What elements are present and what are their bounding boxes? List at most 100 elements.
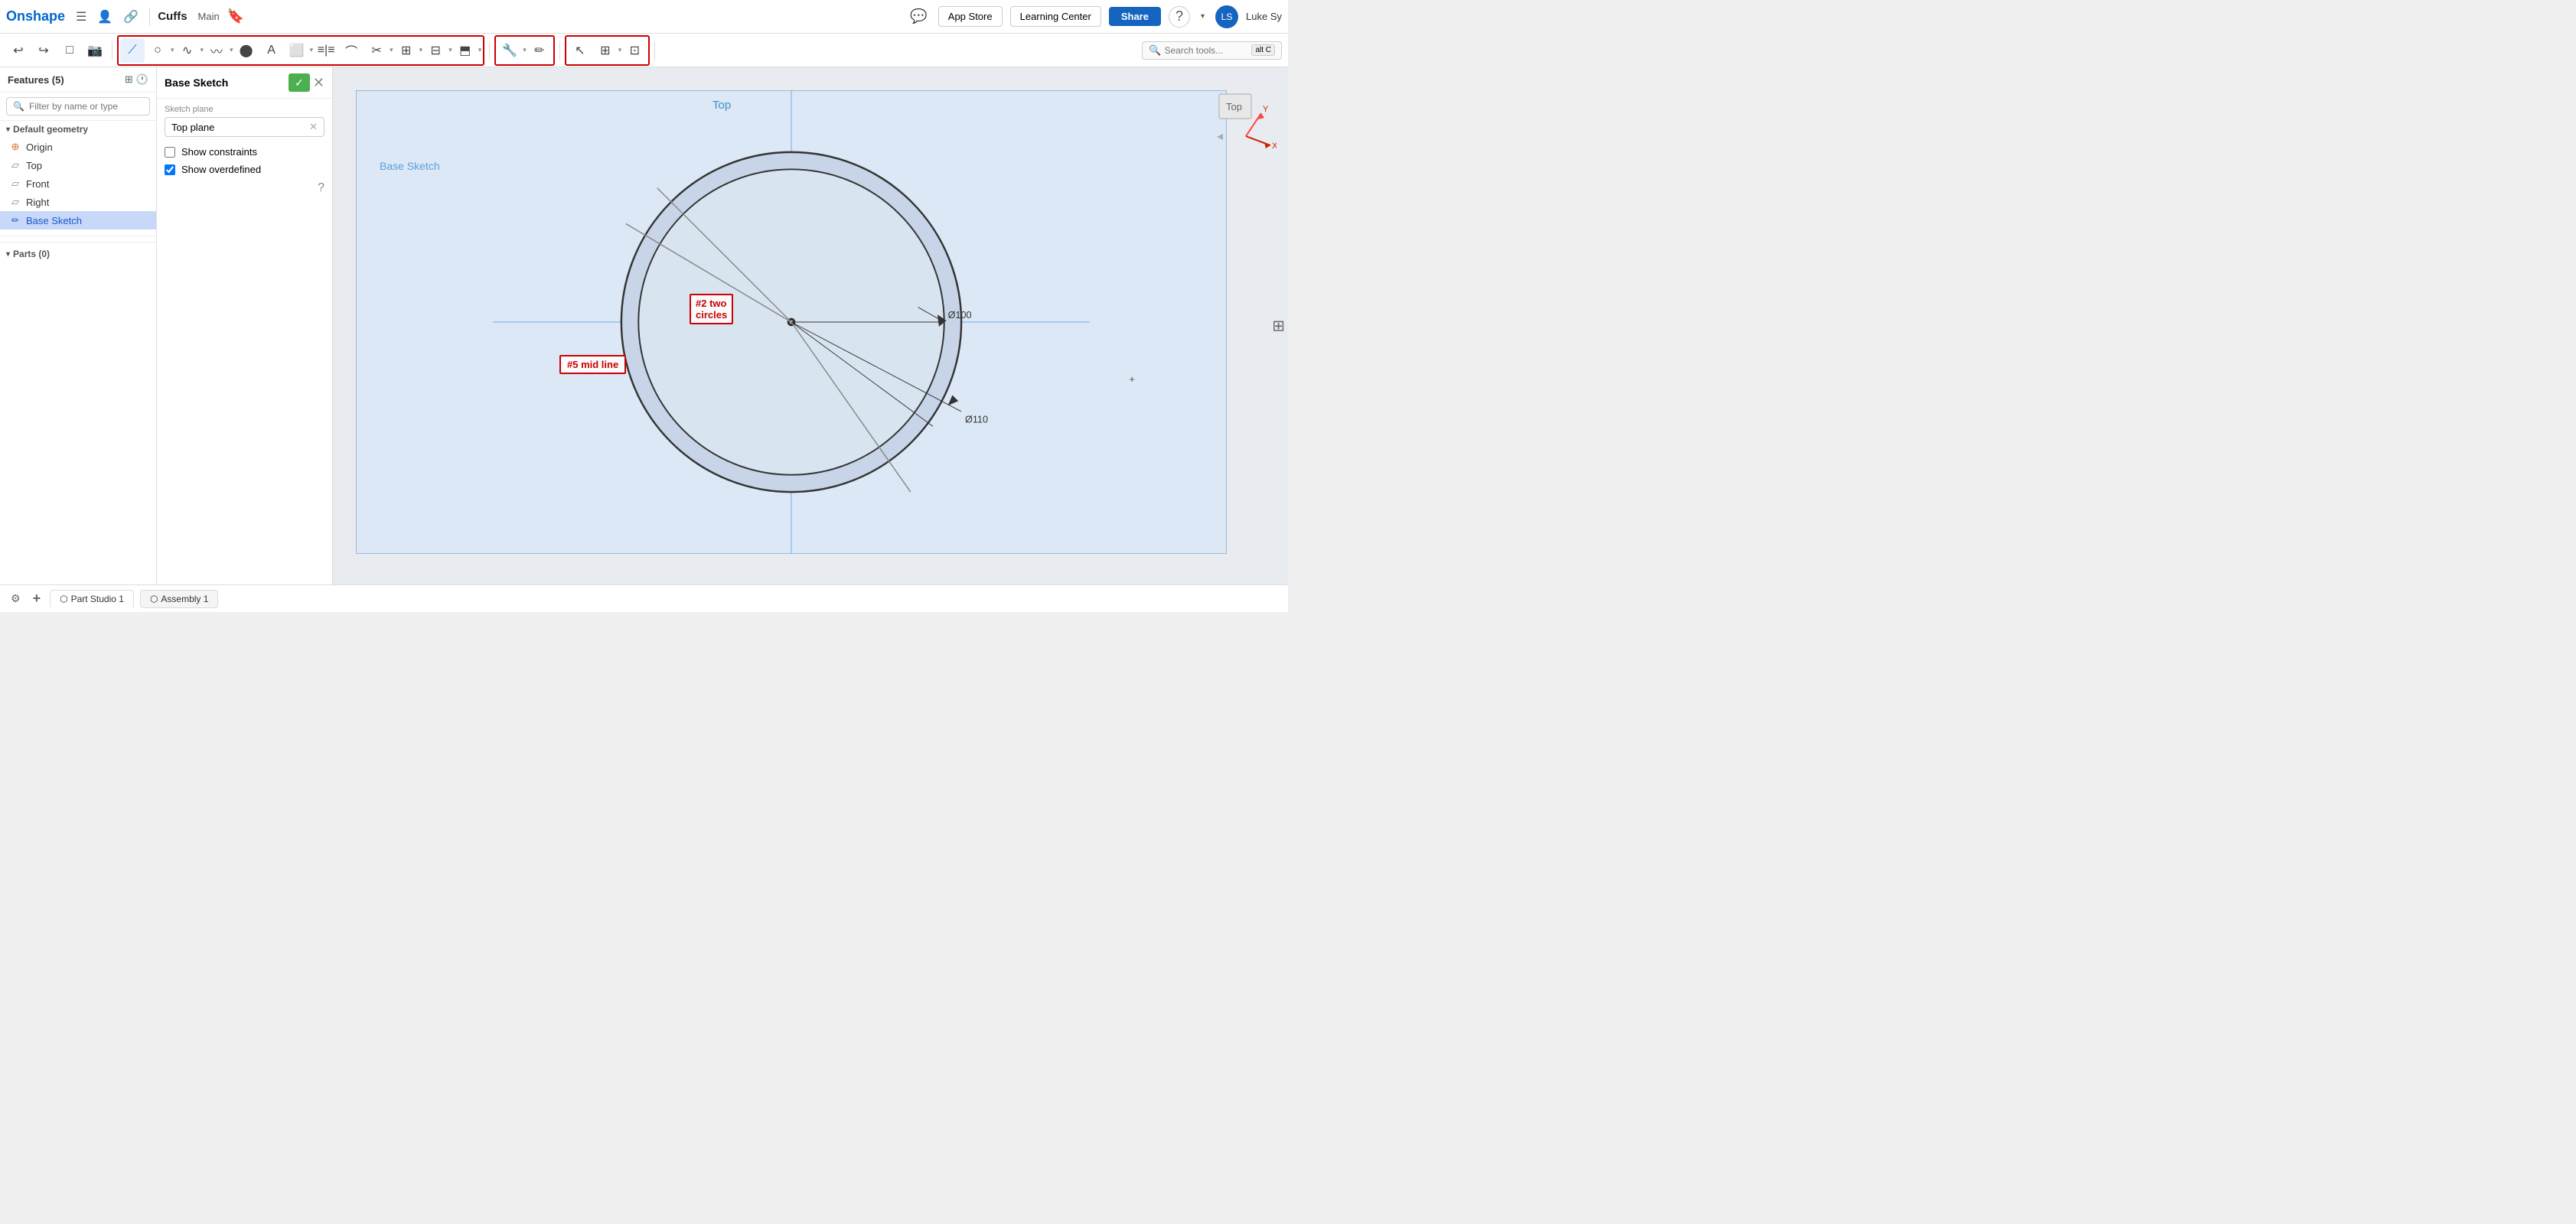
spline-caret[interactable]: ▾: [230, 46, 233, 54]
orientation-widget[interactable]: Y X Top ◂: [1215, 90, 1277, 174]
sidebar-divider: [0, 236, 156, 239]
assembly-label: Assembly 1: [161, 594, 208, 604]
sketch-icon: ✏: [9, 214, 21, 226]
annotation-5: #5 mid line: [559, 355, 626, 374]
mirror-button[interactable]: ⊞: [394, 38, 419, 63]
sidebar: Features (5) ⊞ 🕐 🔍 ▾ Default geometry ⊕ …: [0, 67, 157, 584]
point-button[interactable]: ⬤: [234, 38, 259, 63]
text-button[interactable]: A: [259, 38, 284, 63]
dim-label-110: Ø110: [965, 415, 988, 425]
circle-tool-button[interactable]: ○: [145, 38, 170, 63]
svg-text:X: X: [1272, 142, 1277, 151]
bookmark-icon[interactable]: 🔖: [224, 5, 247, 28]
bottom-bar: ⚙ + ⬡ Part Studio 1 ⬡ Assembly 1: [0, 584, 1288, 612]
filter-input[interactable]: [29, 101, 143, 112]
appstore-button[interactable]: App Store: [938, 6, 1003, 27]
parts-label: Parts (0): [13, 249, 50, 259]
circle-caret[interactable]: ▾: [171, 46, 174, 54]
tree-item-right[interactable]: ▱ Right: [0, 193, 156, 211]
arc-tool-button[interactable]: ∿: [175, 38, 200, 63]
arc-caret[interactable]: ▾: [201, 46, 204, 54]
comment-icon[interactable]: 💬: [907, 5, 930, 28]
file-tools-group: □ 📷: [57, 38, 107, 63]
select-button[interactable]: ↖: [568, 38, 592, 63]
wand-caret[interactable]: ▾: [523, 46, 527, 54]
parts-group[interactable]: ▾ Parts (0): [0, 246, 156, 262]
tab-assembly[interactable]: ⬡ Assembly 1: [140, 590, 219, 608]
tab-part-studio[interactable]: ⬡ Part Studio 1: [50, 590, 134, 608]
filter-bar: 🔍: [0, 93, 156, 121]
tree-item-front[interactable]: ▱ Front: [0, 174, 156, 193]
fillet-button[interactable]: ⌒: [339, 38, 364, 63]
show-constraints-checkbox[interactable]: [165, 147, 175, 158]
filter-icon[interactable]: ⊞: [125, 73, 133, 86]
sketch-plane-clear-icon[interactable]: ✕: [309, 121, 318, 133]
chevron-down-icon[interactable]: ▾: [1198, 9, 1208, 24]
side-edit-icon[interactable]: ⊞: [1272, 317, 1285, 336]
dimension-button[interactable]: ≡|≡: [314, 38, 338, 63]
show-constraints-option: Show constraints: [157, 143, 332, 161]
confirm-button[interactable]: ✓: [289, 73, 310, 92]
tree-item-top[interactable]: ▱ Top: [0, 156, 156, 174]
undo-button[interactable]: ↩: [6, 38, 31, 63]
settings-icon[interactable]: ⚙: [8, 589, 24, 608]
avatar[interactable]: LS: [1215, 5, 1238, 28]
sketch-plane-select[interactable]: Top plane ✕: [165, 117, 324, 137]
selection-tools-group: #4 ↖ ⊞ ▾ ⊡: [565, 35, 651, 66]
wand-button[interactable]: 🔧: [497, 38, 522, 63]
sketch-help-area: ?: [157, 178, 332, 198]
help-icon[interactable]: ?: [318, 181, 324, 194]
base-sketch-label: Base Sketch: [26, 215, 147, 226]
rect-caret[interactable]: ▾: [310, 46, 314, 54]
trim-caret[interactable]: ▾: [390, 46, 393, 54]
navbar: Onshape ☰ 👤 🔗 Cuffs Main 🔖 💬 App Store L…: [0, 0, 1288, 34]
sketch-panel-header: Base Sketch ✓ ✕: [157, 67, 332, 99]
nav-right: 💬 App Store Learning Center Share ? ▾ LS…: [907, 5, 1282, 28]
show-overdefined-option: Show overdefined: [157, 161, 332, 178]
pattern-caret[interactable]: ▾: [448, 46, 452, 54]
mirror-caret[interactable]: ▾: [419, 46, 423, 54]
convert-button[interactable]: ⬒: [453, 38, 478, 63]
file-button[interactable]: □: [57, 38, 82, 63]
svg-text:Y: Y: [1263, 105, 1269, 114]
rectangle-button[interactable]: ⬜: [285, 38, 309, 63]
hamburger-icon[interactable]: ☰: [73, 6, 90, 28]
tree-item-base-sketch[interactable]: ✏ Base Sketch: [0, 211, 156, 230]
annotation-2: #2 two circles: [690, 294, 733, 324]
show-overdefined-checkbox[interactable]: [165, 164, 175, 175]
main-layout: Features (5) ⊞ 🕐 🔍 ▾ Default geometry ⊕ …: [0, 67, 1288, 584]
add-tab-icon[interactable]: +: [30, 588, 44, 610]
select2-button[interactable]: ⊞: [593, 38, 618, 63]
redo-button[interactable]: ↪: [31, 38, 56, 63]
cancel-button[interactable]: ✕: [313, 73, 324, 92]
sel-caret[interactable]: ▾: [618, 46, 622, 54]
default-geometry-group[interactable]: ▾ Default geometry: [0, 121, 156, 138]
orient-svg: Y X Top ◂: [1215, 90, 1277, 174]
convert-caret[interactable]: ▾: [478, 46, 482, 54]
people-icon[interactable]: 👤: [94, 6, 116, 28]
camera-button[interactable]: 📷: [83, 38, 107, 63]
trim-button[interactable]: ✂: [364, 38, 389, 63]
spline-button[interactable]: 〰: [204, 38, 229, 63]
svg-text:Top: Top: [1226, 101, 1242, 112]
features-title: Features (5): [8, 74, 64, 86]
pattern-button[interactable]: ⊟: [423, 38, 448, 63]
search-tools-input[interactable]: [1164, 45, 1248, 56]
learning-center-button[interactable]: Learning Center: [1010, 6, 1101, 27]
top-label: Top: [26, 160, 147, 171]
right-label: Right: [26, 197, 147, 208]
share-button[interactable]: Share: [1109, 7, 1161, 26]
clock-icon[interactable]: 🕐: [136, 73, 148, 86]
link-icon[interactable]: 🔗: [120, 6, 142, 28]
assembly-icon: ⬡: [150, 594, 158, 604]
select3-button[interactable]: ⊡: [622, 38, 647, 63]
tree-item-origin[interactable]: ⊕ Origin: [0, 138, 156, 156]
sketch-plane-field: Sketch plane Top plane ✕: [157, 99, 332, 143]
onshape-logo[interactable]: Onshape: [6, 8, 65, 24]
doc-tab: Main: [198, 11, 220, 22]
help-button[interactable]: ?: [1169, 6, 1190, 28]
cursor-position: +: [1129, 373, 1135, 385]
line-tool-button[interactable]: ⟋: [120, 38, 145, 63]
pencil-button[interactable]: ✏: [527, 38, 552, 63]
svg-text:◂: ◂: [1217, 130, 1223, 143]
